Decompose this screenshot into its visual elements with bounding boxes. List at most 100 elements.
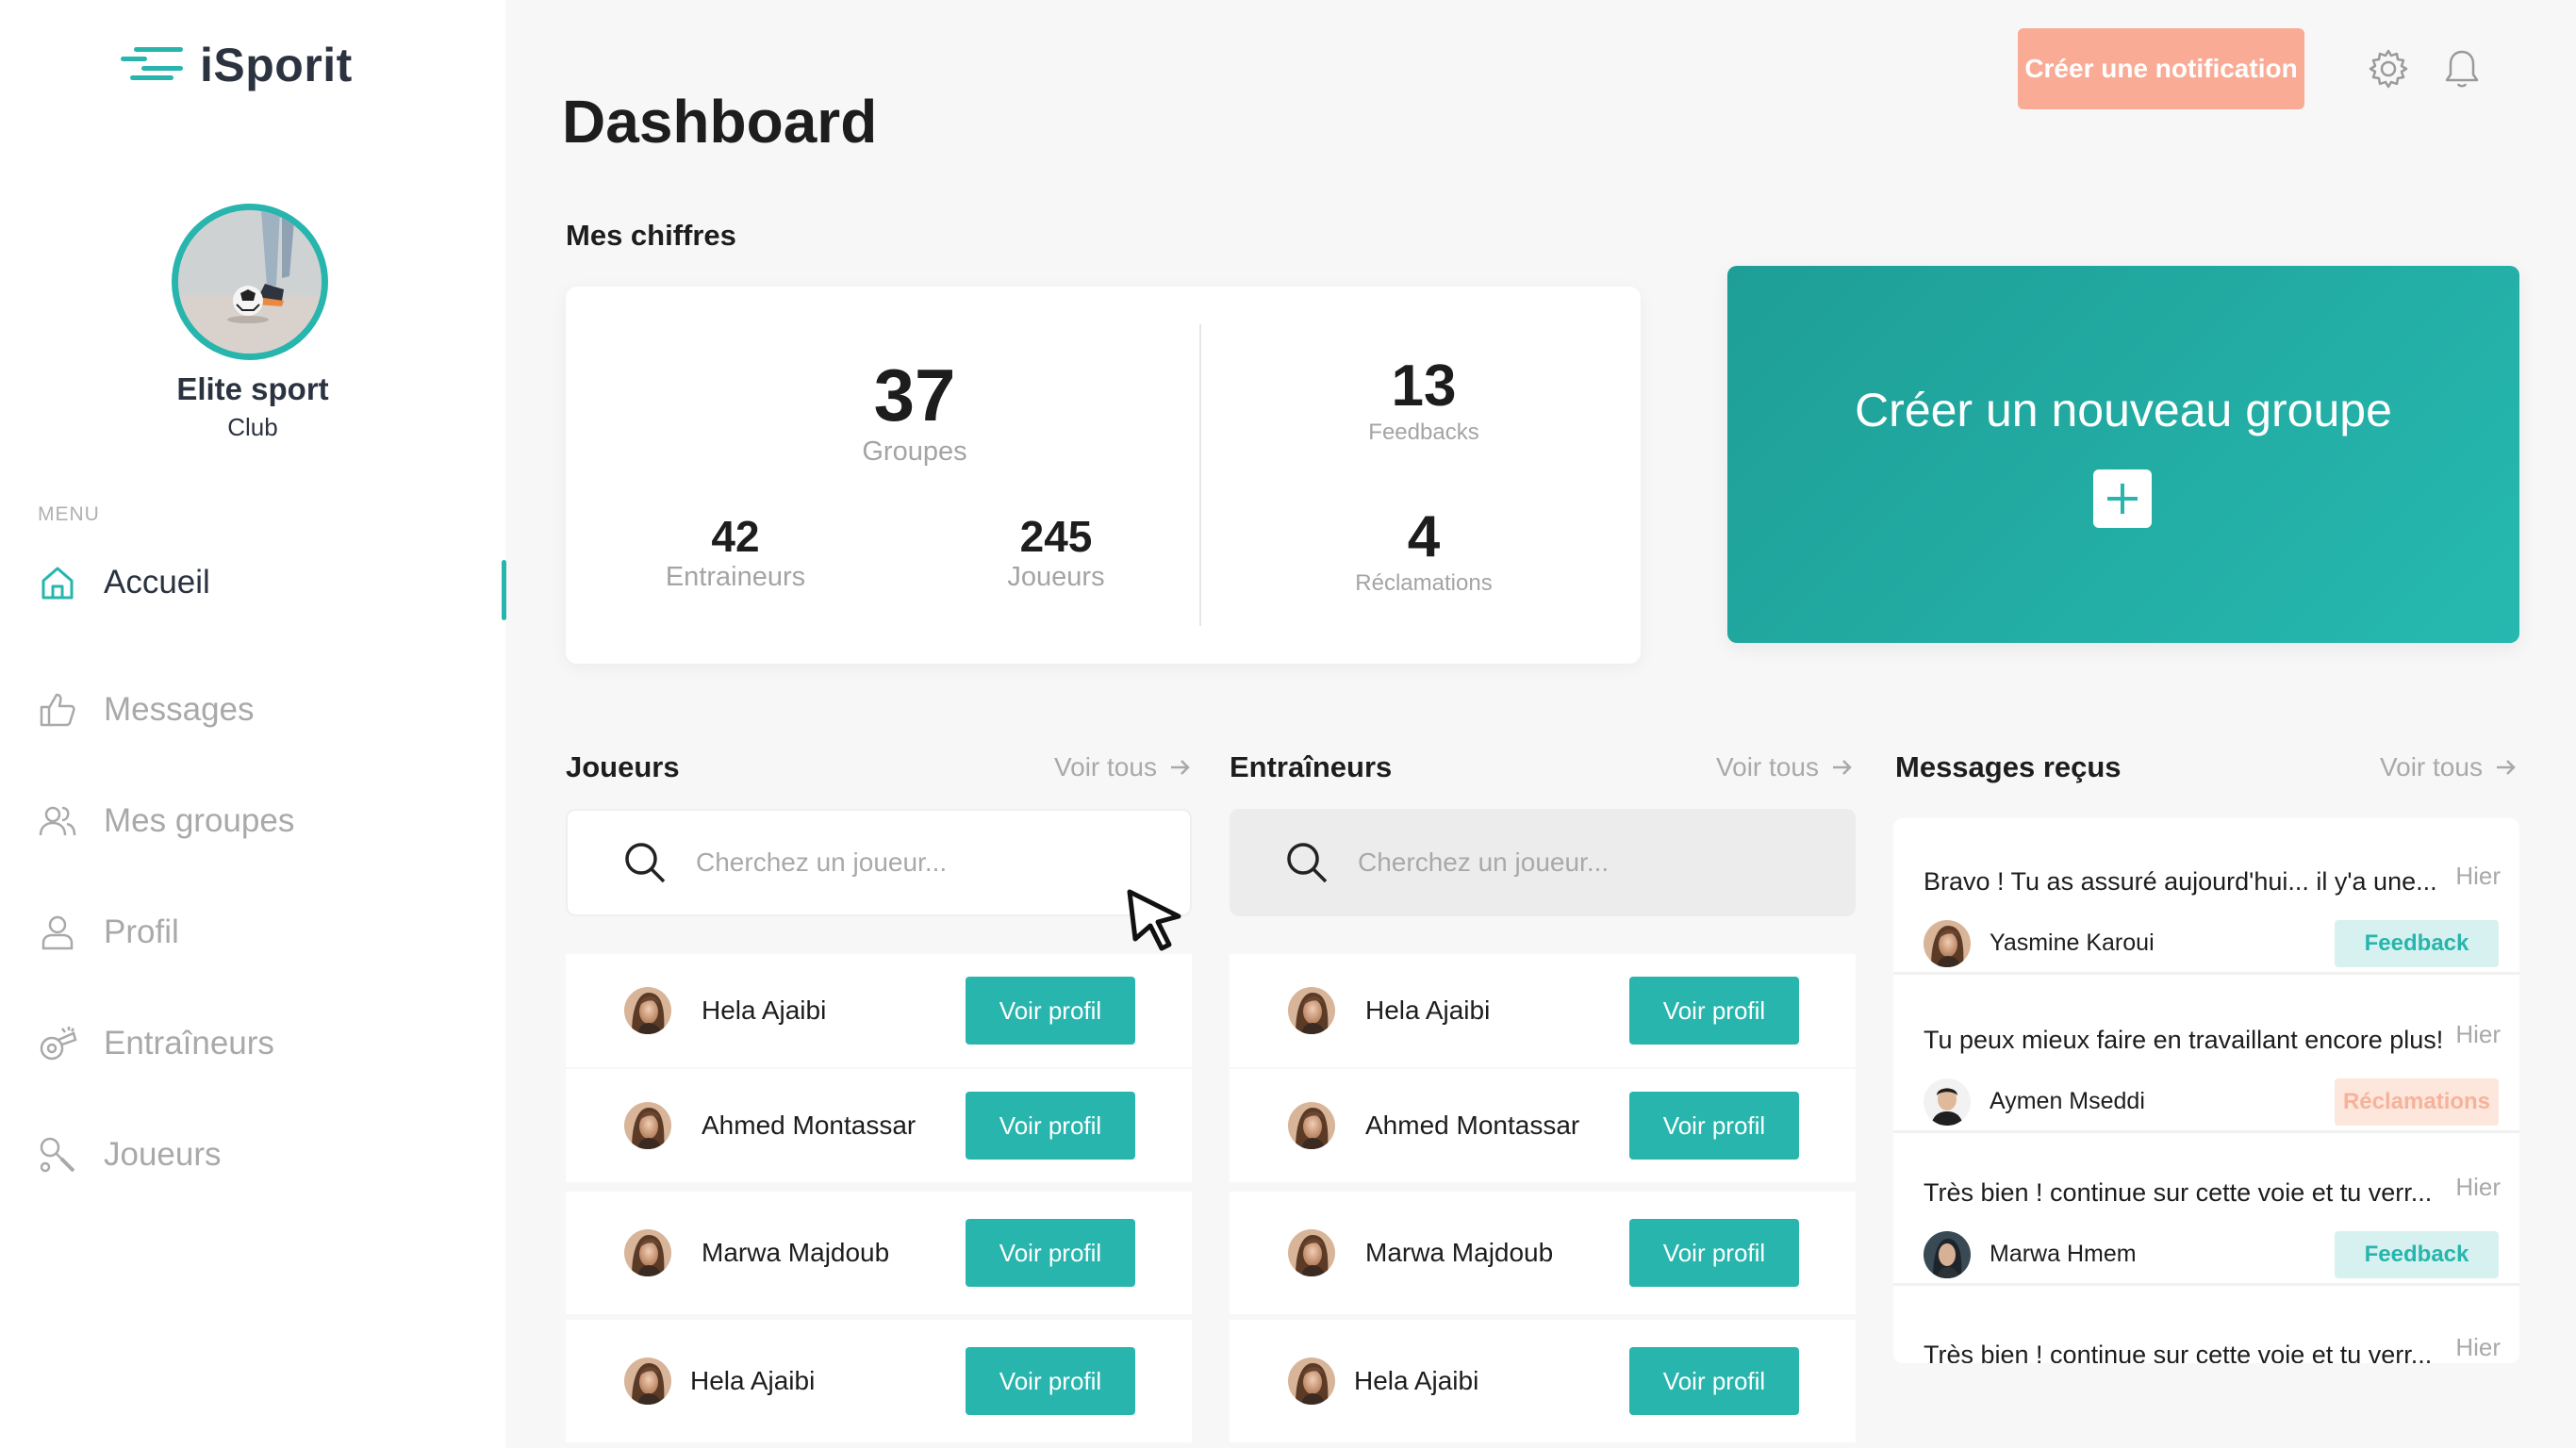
stat-feedbacks-label: Feedbacks xyxy=(1368,420,1479,445)
nav-label-accueil: Accueil xyxy=(104,564,210,601)
club-type: Club xyxy=(227,413,278,441)
feedback-badge: Feedback xyxy=(2335,1231,2499,1278)
club-name: Elite sport xyxy=(176,371,329,406)
avatar xyxy=(624,1102,671,1149)
avatar xyxy=(1288,987,1335,1034)
message-author: Yasmine Karoui xyxy=(1990,930,2155,956)
message-text: Très bien ! continue sur cette voie et t… xyxy=(1924,1341,2433,1363)
arrow-right-icon xyxy=(2496,760,2516,775)
player-name: Hela Ajaibi xyxy=(702,996,827,1025)
nav-item-entraineurs[interactable]: Entraîneurs xyxy=(38,1024,274,1063)
nav-label-profil: Profil xyxy=(104,913,179,950)
avatar xyxy=(1924,1078,1971,1126)
message-item[interactable]: Tu peux mieux faire en travaillant encor… xyxy=(1893,977,2519,1133)
stat-groupes: 37 Groupes xyxy=(754,353,1075,468)
view-profile-button[interactable]: Voir profil xyxy=(966,1347,1135,1415)
view-profile-button[interactable]: Voir profil xyxy=(1629,1092,1799,1160)
coach-row: Hela Ajaibi Voir profil xyxy=(1230,1320,1856,1442)
view-profile-button[interactable]: Voir profil xyxy=(966,977,1135,1045)
stat-entraineurs-label: Entraineurs xyxy=(665,562,806,592)
view-profile-button[interactable]: Voir profil xyxy=(1629,1347,1799,1415)
user-icon xyxy=(38,913,77,952)
racket-icon xyxy=(38,1135,77,1175)
avatar xyxy=(1288,1229,1335,1276)
app-name: iSporit xyxy=(200,39,353,91)
message-time: Hier xyxy=(2455,862,2501,890)
stat-reclamations-value: 4 xyxy=(1407,504,1441,569)
users-icon xyxy=(38,801,77,841)
coach-name: Hela Ajaibi xyxy=(1354,1366,1479,1395)
nav-item-messages[interactable]: Messages xyxy=(38,690,255,730)
nav-item-joueurs[interactable]: Joueurs xyxy=(38,1135,222,1175)
players-see-all-link[interactable]: Voir tous xyxy=(1054,752,1191,782)
messages-see-all-link[interactable]: Voir tous xyxy=(2380,752,2517,782)
page-title: Dashboard xyxy=(562,88,878,156)
bell-icon[interactable] xyxy=(2440,47,2484,90)
coaches-title: Entraîneurs xyxy=(1230,750,1393,783)
stat-feedbacks-value: 13 xyxy=(1391,354,1457,419)
create-notification-button[interactable]: Créer une notification xyxy=(2018,28,2304,109)
player-row: Marwa Majdoub Voir profil xyxy=(566,1192,1192,1314)
message-item[interactable]: Bravo ! Tu as assuré aujourd'hui... il y… xyxy=(1893,818,2519,975)
message-text: Tu peux mieux faire en travaillant encor… xyxy=(1924,1026,2444,1054)
avatar xyxy=(624,987,671,1034)
coach-row: Hela Ajaibi Voir profil xyxy=(1230,954,1856,1067)
arrow-right-icon xyxy=(1832,760,1852,775)
plus-icon[interactable] xyxy=(2093,469,2152,528)
player-name: Ahmed Montassar xyxy=(702,1111,916,1140)
view-profile-button[interactable]: Voir profil xyxy=(1629,977,1799,1045)
nav-label-entraineurs: Entraîneurs xyxy=(104,1025,274,1061)
player-row: Hela Ajaibi Voir profil xyxy=(566,1320,1192,1442)
message-item[interactable]: Très bien ! continue sur cette voie et t… xyxy=(1893,1129,2519,1286)
mouse-cursor-icon xyxy=(1127,889,1181,951)
stats-card: 37 Groupes 42 Entraineurs 245 Joueurs 13… xyxy=(566,287,1641,664)
stat-joueurs-label: Joueurs xyxy=(1007,562,1105,592)
search-icon xyxy=(625,843,666,883)
avatar xyxy=(624,1358,671,1405)
nav-label-joueurs: Joueurs xyxy=(104,1136,222,1173)
players-search-box[interactable] xyxy=(566,809,1192,916)
create-group-label: Créer un nouveau groupe xyxy=(1855,384,2392,436)
create-group-card[interactable]: Créer un nouveau groupe xyxy=(1727,266,2519,643)
coaches-see-all-link[interactable]: Voir tous xyxy=(1716,752,1853,782)
player-row: Hela Ajaibi Voir profil xyxy=(566,954,1192,1067)
gear-icon[interactable] xyxy=(2367,47,2410,90)
coaches-search-box[interactable] xyxy=(1230,809,1856,916)
player-name: Marwa Majdoub xyxy=(702,1238,890,1267)
stat-joueurs-value: 245 xyxy=(1019,512,1093,561)
stat-entraineurs-value: 42 xyxy=(711,512,760,561)
players-see-all-label: Voir tous xyxy=(1054,752,1157,782)
nav-item-accueil[interactable]: Accueil xyxy=(38,563,210,602)
stat-groupes-value: 37 xyxy=(873,354,956,436)
club-avatar[interactable] xyxy=(172,204,328,360)
messages-list: Bravo ! Tu as assuré aujourd'hui... il y… xyxy=(1893,818,2519,1363)
message-text: Bravo ! Tu as assuré aujourd'hui... il y… xyxy=(1924,867,2437,896)
players-title: Joueurs xyxy=(566,750,680,783)
view-profile-button[interactable]: Voir profil xyxy=(966,1092,1135,1160)
stat-reclamations-label: Réclamations xyxy=(1355,570,1493,596)
thumbs-up-icon xyxy=(38,690,77,730)
coach-name: Hela Ajaibi xyxy=(1365,996,1491,1025)
app-logo[interactable]: iSporit xyxy=(121,38,353,92)
nav-item-mes-groupes[interactable]: Mes groupes xyxy=(38,801,294,841)
stat-entraineurs: 42 Entraineurs xyxy=(622,511,849,593)
nav-item-profil[interactable]: Profil xyxy=(38,913,179,952)
coaches-search-input[interactable] xyxy=(1358,847,1792,878)
active-indicator xyxy=(502,560,506,620)
coach-row: Ahmed Montassar Voir profil xyxy=(1230,1069,1856,1182)
coach-name: Ahmed Montassar xyxy=(1365,1111,1580,1140)
players-search-input[interactable] xyxy=(696,847,1130,878)
stats-section-title: Mes chiffres xyxy=(566,219,736,252)
stats-divider xyxy=(1199,324,1201,626)
message-time: Hier xyxy=(2455,1333,2501,1361)
view-profile-button[interactable]: Voir profil xyxy=(966,1219,1135,1287)
menu-title: MENU xyxy=(38,503,100,525)
message-author: Aymen Mseddi xyxy=(1990,1088,2145,1114)
coaches-see-all-label: Voir tous xyxy=(1716,752,1819,782)
view-profile-button[interactable]: Voir profil xyxy=(1629,1219,1799,1287)
stat-feedbacks: 13 Feedbacks xyxy=(1282,353,1565,446)
message-item[interactable]: Très bien ! continue sur cette voie et t… xyxy=(1893,1292,2519,1363)
message-author: Marwa Hmem xyxy=(1990,1241,2137,1267)
avatar xyxy=(624,1229,671,1276)
home-icon xyxy=(38,563,77,602)
